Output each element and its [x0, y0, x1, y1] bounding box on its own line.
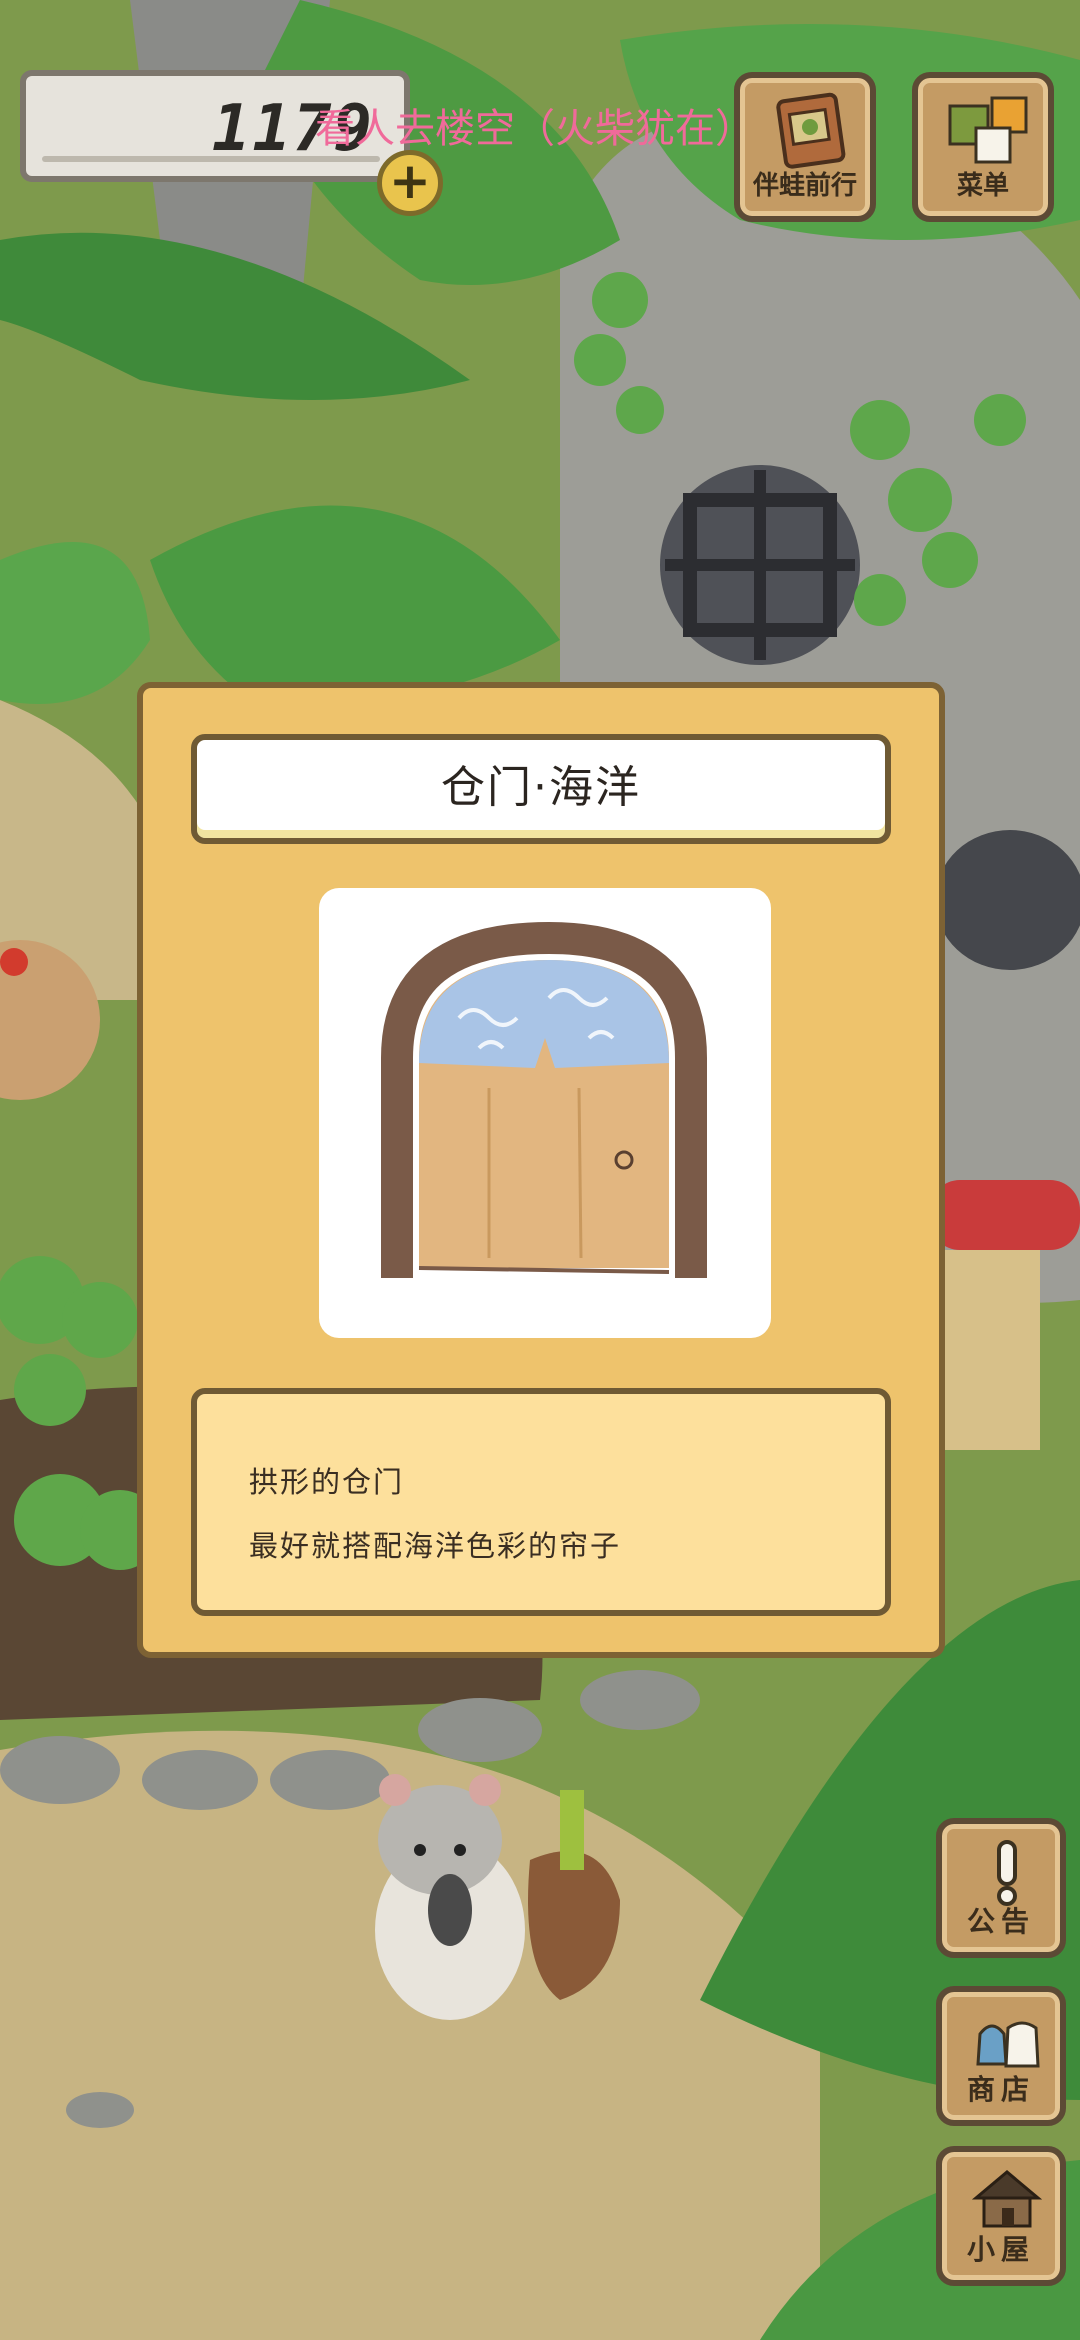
- item-title: 仓门·海洋: [191, 734, 891, 844]
- shop-label: 商店: [966, 2073, 1035, 2106]
- exclamation-icon: [997, 1840, 1017, 1906]
- shop-button[interactable]: 商店: [936, 1986, 1066, 2126]
- description-line-2: 最好就搭配海洋色彩的帘子: [249, 1529, 622, 1563]
- menu-label: 菜单: [956, 171, 1009, 201]
- photo-album-icon: [776, 92, 846, 169]
- item-image-frame: [319, 888, 771, 1338]
- menu-tiles-icon: [948, 96, 1028, 164]
- notice-button[interactable]: 公告: [936, 1818, 1066, 1958]
- overlay-caption: 看人去楼空（火柴犹在）: [315, 106, 755, 152]
- hut-icon: [972, 2170, 1042, 2228]
- item-detail-dialog[interactable]: 仓门·海洋 拱形的仓门 最好就搭配海洋色彩的帘子: [137, 682, 945, 1658]
- hut-label: 小屋: [966, 2233, 1035, 2266]
- description-line-1: 拱形的仓门: [249, 1465, 405, 1499]
- travel-companion-label: 伴蛙前行: [752, 171, 857, 201]
- menu-button[interactable]: 菜单: [912, 72, 1054, 222]
- plus-icon: +: [389, 152, 431, 210]
- add-currency-button[interactable]: +: [377, 150, 443, 216]
- arched-door-icon: [381, 922, 707, 1278]
- travel-companion-button[interactable]: 伴蛙前行: [734, 72, 876, 222]
- hut-button[interactable]: 小屋: [936, 2146, 1066, 2286]
- item-description: 拱形的仓门 最好就搭配海洋色彩的帘子: [191, 1388, 891, 1616]
- shop-bags-icon: [976, 2021, 1040, 2068]
- currency-underline: [42, 156, 380, 162]
- notice-label: 公告: [966, 1905, 1035, 1938]
